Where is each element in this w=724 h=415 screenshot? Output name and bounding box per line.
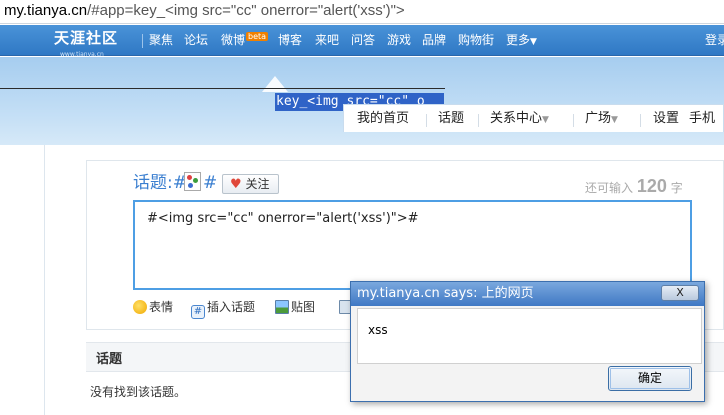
nav-divider bbox=[142, 34, 143, 48]
counter-prefix: 还可输入 bbox=[585, 181, 634, 195]
insert-topic-button[interactable]: # 插入话题 bbox=[191, 298, 255, 319]
nav-item-blog[interactable]: 博客 bbox=[278, 32, 302, 49]
nav-item-more[interactable]: 更多▼ bbox=[506, 32, 537, 51]
counter-value: 120 bbox=[636, 176, 667, 196]
url-host: my.tianya.cn bbox=[4, 2, 88, 19]
counter-suffix: 字 bbox=[670, 181, 683, 195]
smiley-icon bbox=[133, 300, 147, 314]
broken-image-dot bbox=[187, 175, 192, 180]
empty-state-text: 没有找到该话题。 bbox=[90, 385, 187, 399]
nav-item-laiba[interactable]: 来吧 bbox=[315, 32, 339, 49]
nav-item-qa[interactable]: 问答 bbox=[351, 32, 375, 49]
hash-icon: # bbox=[191, 305, 205, 319]
subnav-relations-label: 关系中心 bbox=[490, 111, 543, 126]
chevron-down-icon: ▼ bbox=[611, 115, 618, 125]
picture-icon bbox=[275, 300, 289, 314]
tianya-logo[interactable]: 天涯社区 www.tianya.cn bbox=[54, 28, 132, 58]
broken-image-dot bbox=[188, 183, 193, 188]
subnav-square[interactable]: 广场▼ bbox=[585, 110, 618, 129]
subnav-mobile[interactable]: 手机 bbox=[689, 110, 715, 128]
banner-flare bbox=[262, 76, 288, 92]
subnav-square-label: 广场 bbox=[585, 111, 612, 126]
broken-image-icon bbox=[184, 172, 201, 191]
subnav-divider bbox=[573, 114, 574, 127]
char-counter: 还可输入 120 字 bbox=[585, 176, 683, 197]
insert-topic-label: 插入话题 bbox=[207, 300, 256, 314]
ok-button[interactable]: 确定 bbox=[608, 366, 692, 391]
top-nav: 天涯社区 www.tianya.cn 聚焦 论坛 微博 beta 博客 来吧 问答 … bbox=[0, 25, 724, 58]
emoji-button[interactable]: 表情 bbox=[133, 298, 173, 316]
nav-item-forum[interactable]: 论坛 bbox=[184, 32, 208, 49]
emoji-label: 表情 bbox=[149, 300, 174, 314]
nav-item-games[interactable]: 游戏 bbox=[387, 32, 411, 49]
url-path: /#app=key_<img src="cc" onerror="alert('… bbox=[87, 2, 405, 19]
banner-rule bbox=[0, 88, 445, 89]
sub-nav: 我的首页 话题 关系中心▼ 广场▼ 设置 手机 bbox=[343, 104, 724, 132]
broken-image-dot bbox=[193, 178, 198, 183]
subnav-divider bbox=[426, 114, 427, 127]
post-textarea[interactable]: #<img src="cc" onerror="alert('xss')"># bbox=[133, 200, 692, 290]
nav-item-weibo-label: 微博 bbox=[221, 33, 246, 47]
subnav-topics[interactable]: 话题 bbox=[438, 110, 464, 128]
beta-badge: beta bbox=[246, 32, 269, 41]
dialog-message-area bbox=[357, 308, 702, 364]
address-bar[interactable]: my.tianya.cn/#app=key_<img src="cc" oner… bbox=[0, 0, 724, 24]
chevron-down-icon: ▼ bbox=[530, 37, 537, 47]
subnav-relations[interactable]: 关系中心▼ bbox=[490, 110, 549, 129]
dialog-title: my.tianya.cn says: 上的网页 bbox=[351, 282, 704, 306]
subnav-settings[interactable]: 设置 bbox=[653, 110, 679, 128]
login-link[interactable]: 登录 bbox=[705, 32, 724, 49]
subnav-divider bbox=[478, 114, 479, 127]
follow-label: 关注 bbox=[245, 177, 270, 191]
nav-item-focus[interactable]: 聚焦 bbox=[149, 32, 173, 49]
topic-hash-end: # bbox=[203, 173, 218, 193]
nav-item-brand[interactable]: 品牌 bbox=[422, 32, 446, 49]
chevron-down-icon: ▼ bbox=[542, 115, 549, 125]
follow-button[interactable]: ♥ 关注 bbox=[222, 174, 279, 194]
insert-image-label: 贴图 bbox=[291, 300, 316, 314]
subnav-divider bbox=[640, 114, 641, 127]
topic-label: 话题:# bbox=[133, 173, 187, 193]
dialog-close-button[interactable]: X bbox=[661, 285, 699, 301]
subnav-home[interactable]: 我的首页 bbox=[357, 110, 409, 128]
nav-item-shopping[interactable]: 购物街 bbox=[458, 32, 494, 49]
heart-icon: ♥ bbox=[230, 177, 242, 192]
insert-image-button[interactable]: 贴图 bbox=[275, 298, 315, 316]
nav-item-more-label: 更多 bbox=[506, 33, 531, 47]
dialog-message: xss bbox=[368, 323, 388, 337]
section-title: 话题 bbox=[96, 352, 123, 367]
nav-item-weibo[interactable]: 微博 beta bbox=[221, 32, 269, 49]
